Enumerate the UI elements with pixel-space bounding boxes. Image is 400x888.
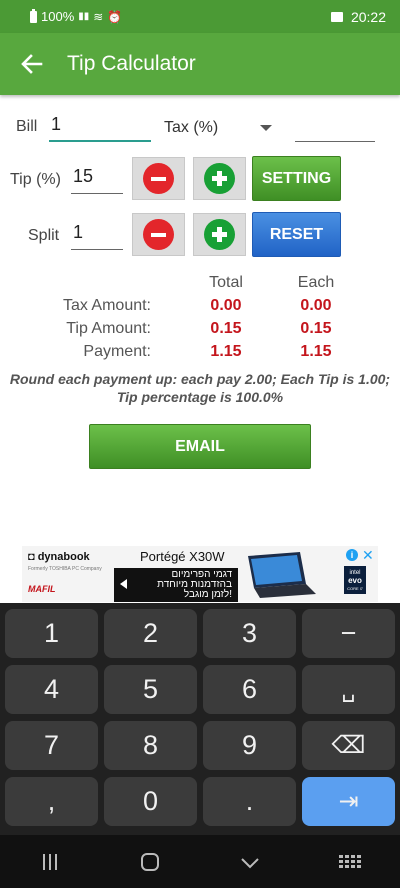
tax-input[interactable] xyxy=(295,114,375,142)
payment-each: 1.15 xyxy=(300,343,332,360)
intel-evo-badge: intel evo CORE i7 xyxy=(344,566,366,594)
chevron-down-icon xyxy=(241,857,259,868)
tax-amount-total: 0.00 xyxy=(210,297,242,314)
key-2[interactable]: 2 xyxy=(104,609,197,658)
key-5[interactable]: 5 xyxy=(104,665,197,714)
tip-amount-label: Tip Amount: xyxy=(66,320,151,337)
keyboard-switch-button[interactable] xyxy=(320,855,380,868)
back-button[interactable] xyxy=(0,33,64,95)
battery-level: 100% xyxy=(41,9,75,24)
split-label: Split xyxy=(28,227,60,244)
next-key[interactable]: ⇥ xyxy=(302,777,395,826)
key-period[interactable]: . xyxy=(203,777,296,826)
tip-amount-total: 0.15 xyxy=(210,320,242,337)
space-key[interactable]: ␣ xyxy=(302,665,395,714)
rounding-note-line2: Tip percentage is 100.0% xyxy=(116,389,284,405)
arrow-left-icon xyxy=(21,54,43,74)
email-button[interactable]: EMAIL xyxy=(89,424,311,469)
home-button[interactable] xyxy=(120,852,180,871)
split-increase-button[interactable] xyxy=(193,213,246,256)
reset-button[interactable]: RESET xyxy=(252,212,341,257)
bill-label: Bill xyxy=(16,118,38,135)
plus-icon xyxy=(204,163,235,194)
total-column-header: Total xyxy=(209,274,243,291)
tax-dropdown-label: Tax (%) xyxy=(164,119,219,136)
key-8[interactable]: 8 xyxy=(104,721,197,770)
tax-dropdown[interactable]: Tax (%) xyxy=(164,116,276,140)
ad-brand: ◘ dynabook xyxy=(28,551,90,563)
clock: 20:22 xyxy=(350,8,386,25)
dropdown-caret-icon xyxy=(260,125,272,131)
tip-amount-each: 0.15 xyxy=(300,320,332,337)
ad-title: Portégé X30W xyxy=(140,549,225,564)
payment-total: 1.15 xyxy=(210,343,242,360)
tax-amount-each: 0.00 xyxy=(300,297,332,314)
rounding-note-line1: Round each payment up: each pay 2.00; Ea… xyxy=(9,371,391,387)
tip-label: Tip (%) xyxy=(10,171,61,188)
split-decrease-button[interactable] xyxy=(132,213,185,256)
navigation-bar xyxy=(0,835,400,888)
dynabook-logo-icon: ◘ xyxy=(28,551,38,563)
back-nav-button[interactable] xyxy=(220,849,280,875)
tip-increase-button[interactable] xyxy=(193,157,246,200)
play-arrow-icon xyxy=(120,579,127,589)
tip-input[interactable]: 15 xyxy=(71,166,123,194)
key-0[interactable]: 0 xyxy=(104,777,197,826)
space-icon: ␣ xyxy=(341,676,356,702)
home-icon xyxy=(141,852,159,871)
message-icon xyxy=(330,11,343,22)
payment-label: Payment: xyxy=(83,343,151,360)
ad-brand-sub: Formerly TOSHIBA PC Company xyxy=(28,566,102,572)
tax-amount-label: Tax Amount: xyxy=(62,297,151,314)
ad-offer-line3: לזמן מוגבל! xyxy=(183,589,232,600)
ad-banner[interactable]: ◘ dynabook Formerly TOSHIBA PC Company M… xyxy=(22,546,378,602)
plus-icon xyxy=(204,219,235,250)
key-7[interactable]: 7 xyxy=(5,721,98,770)
recents-button[interactable] xyxy=(20,853,80,870)
setting-button[interactable]: SETTING xyxy=(252,156,341,201)
ad-info-icon[interactable]: i xyxy=(346,549,358,561)
key-comma[interactable]: , xyxy=(5,777,98,826)
key-6[interactable]: 6 xyxy=(203,665,296,714)
app-title: Tip Calculator xyxy=(67,52,196,75)
wifi-icon: ≋ xyxy=(93,9,104,24)
status-right: 20:22 xyxy=(330,8,386,25)
key-3[interactable]: 3 xyxy=(203,609,296,658)
keyboard-icon xyxy=(320,855,380,868)
rounding-note: Round each payment up: each pay 2.00; Ea… xyxy=(0,370,400,406)
key-9[interactable]: 9 xyxy=(203,721,296,770)
minus-icon xyxy=(143,219,174,250)
ad-offer-box: דגמי הפרימיום בהזדמנות מיוחדת לזמן מוגבל… xyxy=(114,568,238,602)
key-1[interactable]: 1 xyxy=(5,609,98,658)
key-minus[interactable]: − xyxy=(302,609,395,658)
numeric-keyboard: 1 2 3 − 4 5 6 ␣ 7 8 9 ⌫ , 0 . ⇥ xyxy=(0,603,400,835)
backspace-key[interactable]: ⌫ xyxy=(302,721,395,770)
bill-input[interactable]: 1 xyxy=(49,114,151,142)
tip-decrease-button[interactable] xyxy=(132,157,185,200)
status-bar: 100% ▮▮ ≋ ⏰ 20:22 xyxy=(0,0,400,33)
split-input[interactable]: 1 xyxy=(71,222,123,250)
laptop-image xyxy=(248,552,316,598)
alarm-icon: ⏰ xyxy=(107,9,123,24)
status-left: 100% ▮▮ ≋ ⏰ xyxy=(30,8,123,24)
ad-reseller-logo: MAFIL xyxy=(28,584,56,594)
signal-icon: ▮▮ xyxy=(78,11,90,22)
tab-arrow-icon: ⇥ xyxy=(338,788,359,815)
ad-close-icon[interactable]: ✕ xyxy=(362,547,374,564)
backspace-icon: ⌫ xyxy=(331,732,366,759)
minus-icon xyxy=(143,163,174,194)
key-4[interactable]: 4 xyxy=(5,665,98,714)
each-column-header: Each xyxy=(297,274,335,291)
battery-icon xyxy=(30,8,37,23)
app-bar: Tip Calculator xyxy=(0,33,400,95)
